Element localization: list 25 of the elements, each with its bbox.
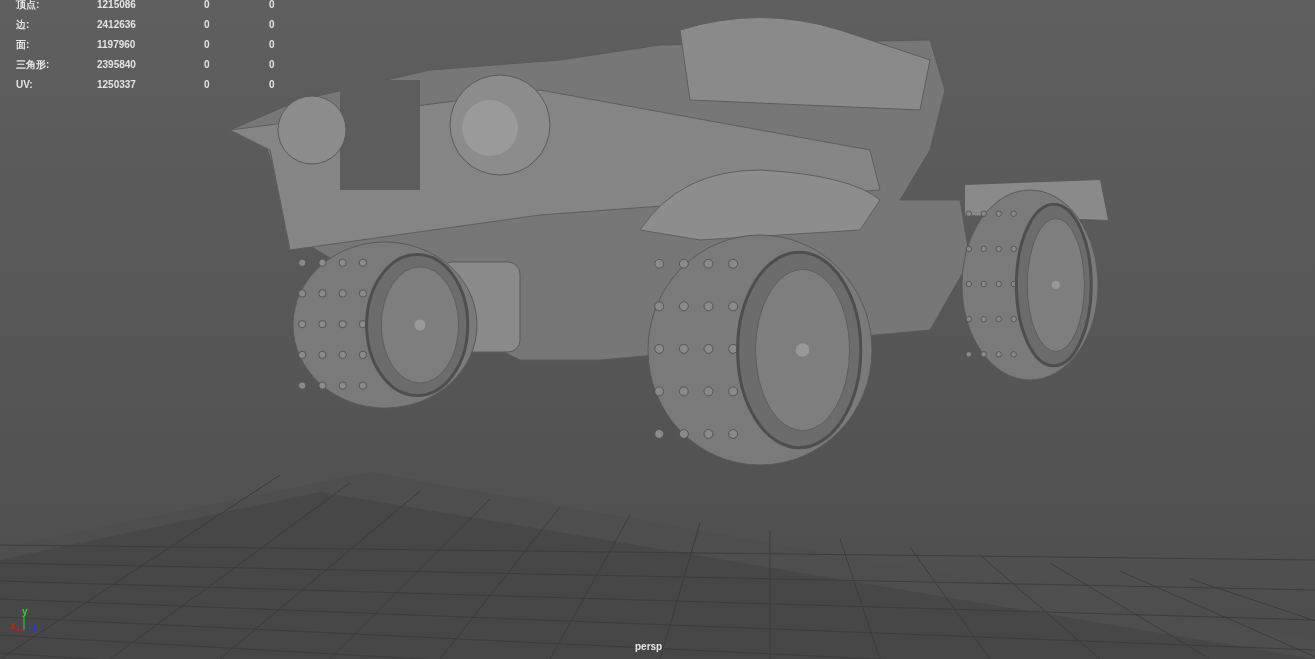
stat-label: 边: — [16, 18, 30, 31]
stat-value: 1215086 — [97, 0, 136, 11]
axis-gizmo-icon — [14, 617, 34, 631]
stat-label: UV: — [16, 78, 33, 91]
stat-value: 1250337 — [97, 78, 136, 91]
axis-label: z — [32, 621, 37, 631]
stat-label: 面: — [16, 38, 30, 51]
stat-value: 0 — [204, 38, 210, 51]
axis-label: x — [10, 621, 16, 631]
stat-value: 0 — [269, 58, 275, 71]
stat-value: 0 — [269, 38, 275, 51]
stat-value: 0 — [269, 18, 275, 31]
stat-value: 0 — [269, 0, 275, 11]
stat-label: 顶点: — [16, 0, 40, 11]
stat-value: 0 — [204, 0, 210, 11]
stat-value: 2395840 — [97, 58, 136, 71]
axis-label: y — [22, 607, 28, 617]
stat-value: 0 — [204, 78, 210, 91]
stat-value: 2412636 — [97, 18, 136, 31]
stat-value: 1197960 — [97, 38, 136, 51]
camera-name: persp — [635, 641, 663, 652]
stat-value: 0 — [269, 78, 275, 91]
stat-label: 三角形: — [16, 58, 50, 71]
stat-value: 0 — [204, 58, 210, 71]
stat-value: 0 — [204, 18, 210, 31]
